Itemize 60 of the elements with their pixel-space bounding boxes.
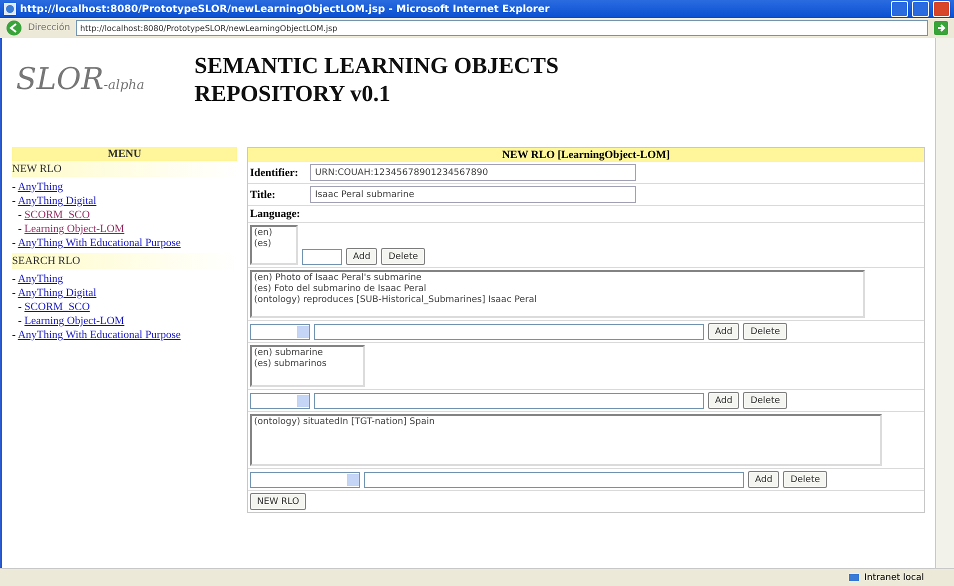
list-button[interactable]: Add xyxy=(346,248,378,265)
submit-button[interactable]: NEW RLO xyxy=(250,493,306,510)
bullet-dash: - xyxy=(12,329,16,341)
list-box[interactable]: (en) Photo of Isaac Peral's submarine (es) Foto del submarino de Isaac Peral (ontology) reproduces [SUB-Historical_Submarines] Isaac Peral xyxy=(250,270,865,318)
browser-icon xyxy=(4,3,16,15)
page-heading: SEMANTIC LEARNING OBJECTS REPOSITORY v0.1 xyxy=(194,52,560,108)
menu-link[interactable]: AnyThing With Educational Purpose xyxy=(18,329,181,341)
list-box[interactable]: (ontology) situatedIn [TGT-nation] Spain xyxy=(250,414,882,466)
bullet-dash: - xyxy=(18,301,22,313)
address-label: Dirección xyxy=(28,23,70,33)
list-button[interactable]: Add xyxy=(708,323,740,340)
bullet-dash: - xyxy=(12,195,16,207)
menu-title: MENU xyxy=(12,147,237,161)
menu-link[interactable]: Learning Object-LOM xyxy=(24,223,124,235)
input-field[interactable] xyxy=(302,249,342,265)
text-field[interactable]: Isaac Peral submarine xyxy=(310,186,636,203)
field-label: Identifier: xyxy=(249,166,300,178)
input-field[interactable] xyxy=(364,472,744,488)
menu-link[interactable]: SCORM_SCO xyxy=(24,209,90,221)
maximize-button[interactable] xyxy=(912,1,929,17)
logo: SLOR-alpha xyxy=(16,62,144,97)
minimize-button[interactable] xyxy=(891,1,908,17)
text-field[interactable]: URN:COUAH:12345678901234567890 xyxy=(310,164,636,181)
menu-link[interactable]: AnyThing xyxy=(18,273,64,285)
bullet-dash: - xyxy=(18,315,22,327)
bullet-dash: - xyxy=(12,273,16,285)
menu-link[interactable]: Learning Object-LOM xyxy=(24,315,124,327)
field-label: Title: xyxy=(249,188,276,200)
list-button[interactable]: Add xyxy=(748,471,780,488)
list-button[interactable]: Delete xyxy=(783,471,828,488)
menu-link[interactable]: AnyThing Digital xyxy=(18,195,96,207)
list-box[interactable]: (en) (es) xyxy=(250,225,298,265)
list-button[interactable]: Delete xyxy=(743,392,788,409)
back-icon[interactable] xyxy=(6,20,22,36)
close-button[interactable] xyxy=(933,1,950,17)
address-field[interactable]: http://localhost:8080/PrototypeSLOR/newLearningObjectLOM.jsp xyxy=(76,20,928,36)
dropdown[interactable] xyxy=(250,392,310,408)
form-title: NEW RLO [LearningObject-LOM] xyxy=(248,148,924,162)
bullet-dash: - xyxy=(18,209,22,221)
bullet-dash: - xyxy=(12,181,16,193)
status-zone: Intranet local xyxy=(864,573,924,583)
menu-link[interactable]: AnyThing Digital xyxy=(18,287,96,299)
input-field[interactable] xyxy=(314,324,704,340)
bullet-dash: - xyxy=(12,287,16,299)
menu-link[interactable]: AnyThing xyxy=(18,181,64,193)
list-button[interactable]: Add xyxy=(708,392,740,409)
network-icon xyxy=(848,573,860,583)
field-label: Language: xyxy=(250,208,300,220)
bullet-dash: - xyxy=(12,237,16,249)
list-box[interactable]: (en) submarine (es) submarinos xyxy=(250,345,365,387)
list-button[interactable]: Delete xyxy=(743,323,788,340)
dropdown[interactable] xyxy=(250,472,360,488)
menu-link[interactable]: AnyThing With Educational Purpose xyxy=(18,237,181,249)
go-icon[interactable] xyxy=(934,21,948,35)
input-field[interactable] xyxy=(314,392,704,408)
list-button[interactable]: Delete xyxy=(381,248,426,265)
menu-link[interactable]: SCORM_SCO xyxy=(24,301,90,313)
bullet-dash: - xyxy=(18,223,22,235)
dropdown[interactable] xyxy=(250,324,310,340)
window-title: http://localhost:8080/PrototypeSLOR/newLearningObjectLOM.jsp - Microsoft Internet Explorer xyxy=(20,4,551,14)
